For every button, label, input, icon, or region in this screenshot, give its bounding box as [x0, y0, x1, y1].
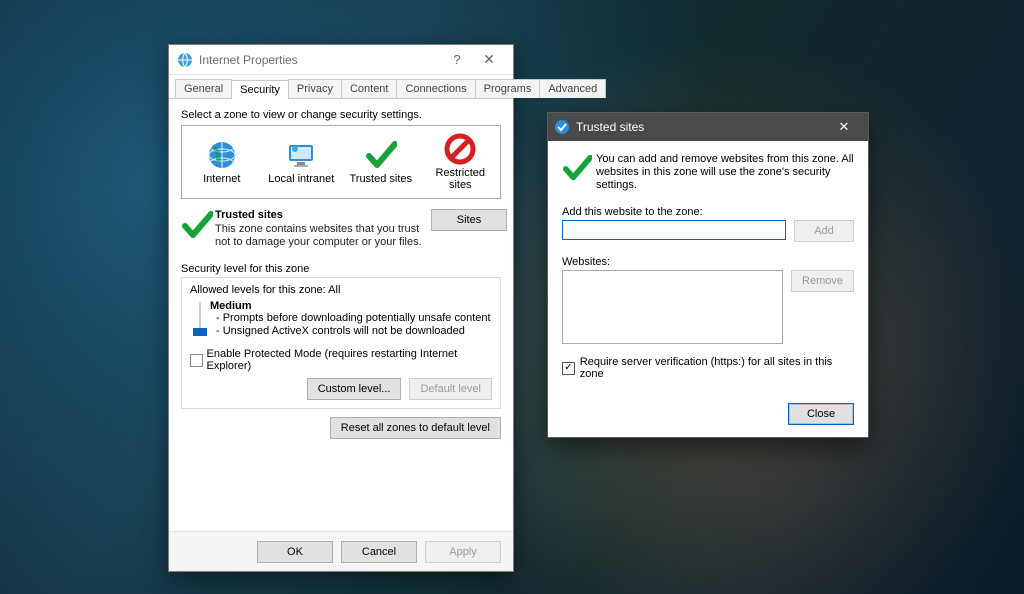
- reset-all-zones-button[interactable]: Reset all zones to default level: [330, 417, 501, 439]
- tab-content[interactable]: Content: [341, 79, 398, 98]
- zone-trusted-sites[interactable]: Trusted sites: [347, 139, 415, 185]
- check-icon: [181, 209, 215, 249]
- add-button[interactable]: Add: [794, 220, 854, 242]
- security-level-group-label: Security level for this zone: [181, 263, 501, 275]
- security-slider[interactable]: [190, 300, 210, 338]
- monitor-icon: [285, 139, 317, 171]
- add-website-label: Add this website to the zone:: [562, 206, 854, 218]
- tab-general[interactable]: General: [175, 79, 232, 98]
- security-level-name: Medium: [210, 300, 492, 312]
- tab-programs[interactable]: Programs: [475, 79, 541, 98]
- tab-connections[interactable]: Connections: [396, 79, 475, 98]
- selected-zone-title: Trusted sites: [215, 209, 431, 221]
- require-https-label: Require server verification (https:) for…: [580, 356, 854, 380]
- close-dialog-button[interactable]: Close: [788, 403, 854, 425]
- zone-select-label: Select a zone to view or change security…: [181, 109, 501, 121]
- ok-button[interactable]: OK: [257, 541, 333, 563]
- tab-advanced[interactable]: Advanced: [539, 79, 606, 98]
- zone-label-text: Restricted sites: [426, 167, 494, 191]
- default-level-button[interactable]: Default level: [409, 378, 492, 400]
- security-level-group: Allowed levels for this zone: All Medium…: [181, 277, 501, 409]
- zone-list: Internet Local intranet Trusted sites Re…: [181, 125, 501, 199]
- zone-restricted-sites[interactable]: Restricted sites: [426, 133, 494, 191]
- tab-body: Select a zone to view or change security…: [169, 99, 513, 531]
- nosign-icon: [444, 133, 476, 165]
- tabstrip: General Security Privacy Content Connect…: [169, 75, 513, 99]
- protected-mode-label: Enable Protected Mode (requires restarti…: [207, 348, 492, 372]
- check-icon: [562, 153, 596, 192]
- websites-listbox[interactable]: [562, 270, 783, 344]
- sites-button[interactable]: Sites: [431, 209, 507, 231]
- close-button[interactable]: ✕: [473, 50, 505, 70]
- titlebar[interactable]: Trusted sites ✕: [548, 113, 868, 141]
- zone-label-text: Internet: [188, 173, 256, 185]
- protected-mode-checkbox[interactable]: Enable Protected Mode (requires restarti…: [190, 348, 492, 372]
- titlebar[interactable]: Internet Properties ? ✕: [169, 45, 513, 75]
- checkbox-icon: [190, 354, 203, 367]
- trusted-sites-dialog: Trusted sites ✕ You can add and remove w…: [547, 112, 869, 438]
- dialog-title: Internet Properties: [199, 53, 298, 67]
- security-level-bullet: - Unsigned ActiveX controls will not be …: [216, 325, 492, 338]
- cancel-button[interactable]: Cancel: [341, 541, 417, 563]
- help-button[interactable]: ?: [441, 50, 473, 70]
- tab-privacy[interactable]: Privacy: [288, 79, 342, 98]
- intro-text: You can add and remove websites from thi…: [596, 153, 854, 192]
- zone-label-text: Trusted sites: [347, 173, 415, 185]
- selected-zone-desc: This zone contains websites that you tru…: [215, 223, 431, 249]
- internet-options-icon: [177, 52, 193, 68]
- close-button[interactable]: ✕: [826, 115, 862, 139]
- dialog-title: Trusted sites: [576, 120, 644, 134]
- globe-icon: [206, 139, 238, 171]
- websites-label: Websites:: [562, 256, 854, 268]
- allowed-levels-text: Allowed levels for this zone: All: [190, 284, 492, 296]
- security-level-bullet: - Prompts before downloading potentially…: [216, 312, 492, 325]
- shield-check-icon: [554, 119, 570, 135]
- tab-security[interactable]: Security: [231, 80, 289, 99]
- require-https-checkbox[interactable]: ✓ Require server verification (https:) f…: [562, 356, 854, 380]
- custom-level-button[interactable]: Custom level...: [307, 378, 402, 400]
- zone-local-intranet[interactable]: Local intranet: [267, 139, 335, 185]
- check-icon: [365, 139, 397, 171]
- internet-properties-dialog: Internet Properties ? ✕ General Security…: [168, 44, 514, 572]
- zone-label-text: Local intranet: [267, 173, 335, 185]
- add-website-input[interactable]: [562, 220, 786, 240]
- apply-button[interactable]: Apply: [425, 541, 501, 563]
- dialog-footer: OK Cancel Apply: [169, 531, 513, 571]
- zone-internet[interactable]: Internet: [188, 139, 256, 185]
- checkbox-icon: ✓: [562, 362, 575, 375]
- remove-button[interactable]: Remove: [791, 270, 854, 292]
